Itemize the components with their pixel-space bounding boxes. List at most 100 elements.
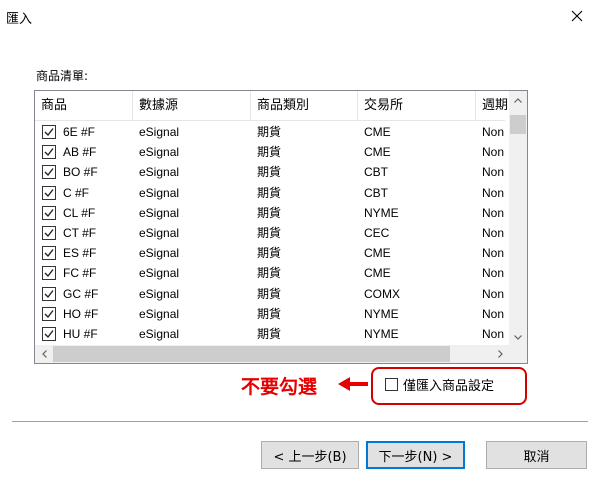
cell-source: eSignal [139,327,180,341]
checkmark-icon [44,330,54,339]
row-checkbox[interactable] [42,145,56,160]
list-item[interactable]: FC #F eSignal 期貨 CME Non [35,263,505,283]
cell-exchange: CME [364,246,391,261]
checkmark-icon [44,229,54,238]
row-checkbox[interactable] [42,165,56,180]
close-button[interactable] [554,0,600,32]
list-header: 商品 數據源 商品類別 交易所 週期 [35,91,516,121]
cell-period: Non [482,125,505,139]
scroll-left-button[interactable] [35,345,53,363]
cell-exchange: CBT [364,165,388,180]
cell-exchange: NYME [364,205,399,220]
list-item[interactable]: HU #F eSignal 期貨 NYME Non [35,324,505,344]
scroll-up-button[interactable] [509,91,527,109]
column-header[interactable]: 交易所 [358,91,476,121]
cell-period: Non [482,165,505,180]
checkmark-icon [44,188,54,197]
cell-category: 期貨 [257,327,282,341]
product-list-label: 商品清單: [36,69,89,83]
cell-period: Non [482,246,505,261]
cell-period: Non [482,327,505,341]
row-checkbox[interactable] [42,306,56,321]
list-item[interactable]: C #F eSignal 期貨 CBT Non [35,183,505,203]
list-item[interactable]: CL #F eSignal 期貨 NYME Non [35,203,505,223]
checkmark-icon [44,249,54,258]
row-checkbox[interactable] [42,266,56,281]
vertical-scroll-thumb[interactable] [510,115,526,134]
cell-category: 期貨 [257,306,282,321]
list-item[interactable]: BO #F eSignal 期貨 CBT Non [35,162,505,182]
chevron-right-icon [497,350,503,358]
scroll-down-button[interactable] [509,328,527,346]
list-item[interactable]: GC #F eSignal 期貨 COMX Non [35,284,505,304]
cell-period: Non [482,306,505,321]
cell-period: Non [482,226,505,240]
cell-symbol: CL #F [63,205,96,220]
cell-symbol: HU #F [63,327,98,341]
checkmark-icon [44,269,54,278]
chevron-up-icon [514,97,522,103]
cell-symbol: ES #F [63,246,97,261]
scroll-corner [509,345,527,363]
cell-source: eSignal [139,185,180,200]
back-button[interactable]: < 上一步(B) [261,441,359,469]
cell-category: 期貨 [257,246,282,261]
annotation-text: 不要勾選 [241,376,318,398]
vertical-scrollbar[interactable] [509,91,527,346]
cell-source: eSignal [139,246,180,261]
column-header[interactable]: 數據源 [133,91,251,121]
row-checkbox[interactable] [42,125,56,139]
list-item[interactable]: HO #F eSignal 期貨 NYME Non [35,304,505,324]
cancel-button[interactable]: 取消 [486,441,587,469]
close-icon [571,10,583,22]
row-checkbox[interactable] [42,226,56,240]
chevron-left-icon [41,350,47,358]
list-rows[interactable]: 6E #F eSignal 期貨 CME Non AB #F eSignal 期貨 CME Non… [35,121,505,347]
column-header[interactable]: 商品 [35,91,133,121]
cell-symbol: CT #F [63,226,97,240]
row-checkbox[interactable] [42,327,56,341]
checkmark-icon [44,309,54,318]
cell-symbol: HO #F [63,306,99,321]
list-item[interactable]: CT #F eSignal 期貨 CEC Non [35,223,505,243]
cell-category: 期貨 [257,266,282,281]
only-import-settings-checkbox[interactable]: 僅匯入商品設定 [385,375,494,394]
cell-exchange: CEC [364,226,390,240]
cell-category: 期貨 [257,125,282,139]
cell-category: 期貨 [257,165,282,180]
cell-symbol: BO #F [63,165,98,180]
checkmark-icon [44,128,54,137]
cell-source: eSignal [139,226,180,240]
horizontal-scroll-thumb[interactable] [53,346,450,362]
only-import-settings-label: 僅匯入商品設定 [403,379,495,394]
cell-exchange: CME [364,125,391,139]
cell-symbol: FC #F [63,266,97,281]
list-item[interactable]: ES #F eSignal 期貨 CME Non [35,243,505,263]
cell-category: 期貨 [257,185,282,200]
column-header[interactable]: 商品類別 [251,91,358,121]
product-list[interactable]: 商品 數據源 商品類別 交易所 週期 6E #F eSignal 期貨 CME Non AB #F… [34,90,528,364]
cell-period: Non [482,266,505,281]
row-checkbox[interactable] [42,185,56,200]
cell-source: eSignal [139,266,180,281]
cell-exchange: CME [364,145,391,160]
row-checkbox[interactable] [42,286,56,301]
cell-exchange: CBT [364,185,388,200]
row-checkbox[interactable] [42,246,56,261]
arrow-left-icon [338,377,368,391]
next-button[interactable]: 下一步(N) > [366,441,465,469]
horizontal-scrollbar[interactable] [35,345,509,363]
cell-symbol: GC #F [63,286,99,301]
list-item[interactable]: 6E #F eSignal 期貨 CME Non [35,122,505,142]
cell-period: Non [482,145,505,160]
checkbox-box[interactable] [385,378,398,391]
checkmark-icon [44,148,54,157]
list-item[interactable]: AB #F eSignal 期貨 CME Non [35,142,505,162]
cell-source: eSignal [139,125,180,139]
row-checkbox[interactable] [42,205,56,220]
cell-period: Non [482,286,505,301]
cell-source: eSignal [139,165,180,180]
cell-period: Non [482,185,505,200]
scroll-right-button[interactable] [491,345,509,363]
cell-category: 期貨 [257,145,282,160]
